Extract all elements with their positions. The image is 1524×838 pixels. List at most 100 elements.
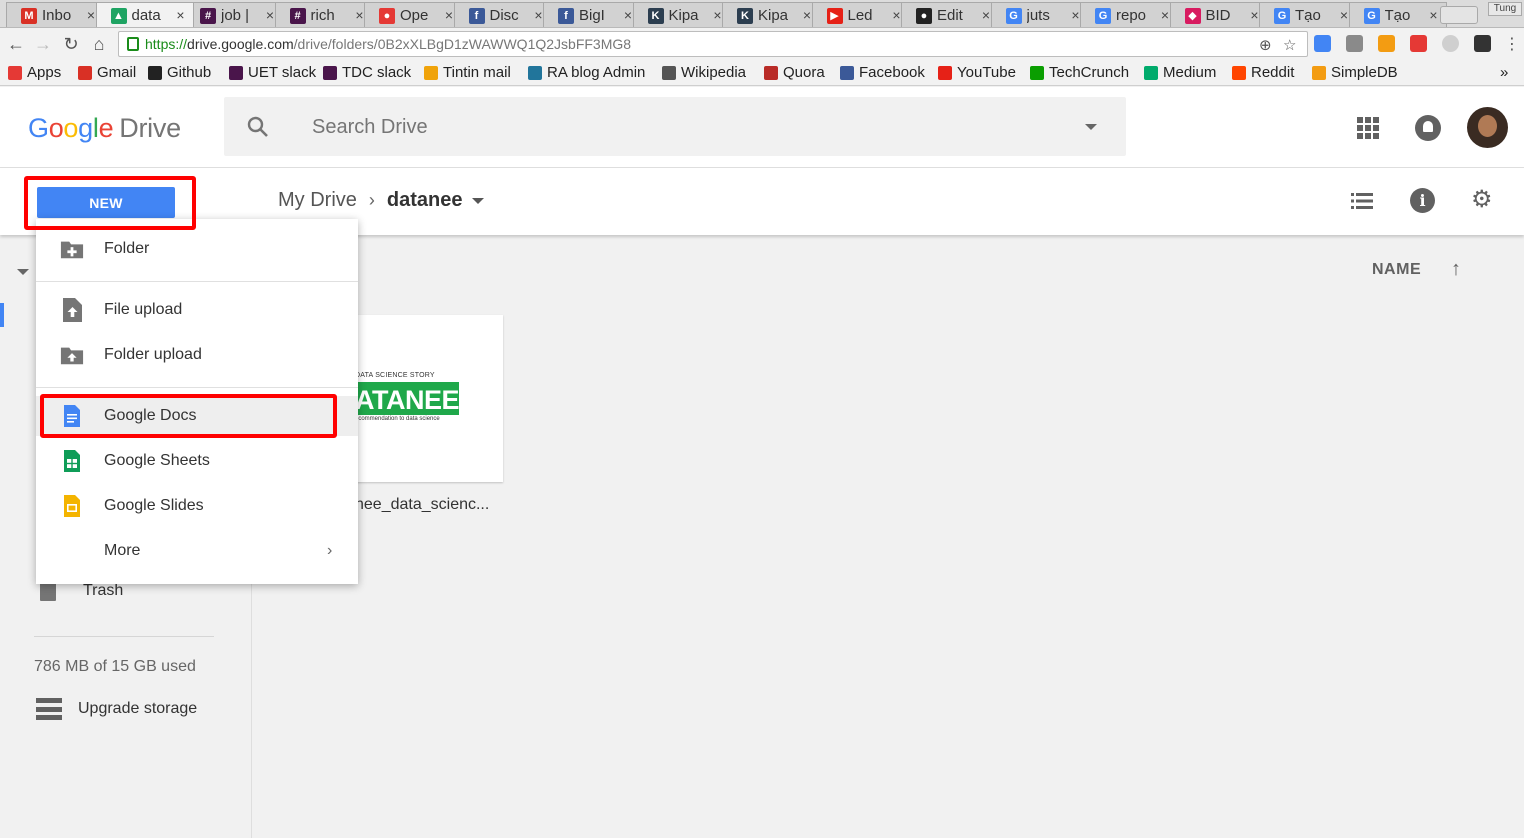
- close-tab-icon[interactable]: ×: [1071, 7, 1079, 23]
- bookmark-label: RA blog Admin: [547, 64, 646, 81]
- storage-icon: [36, 698, 62, 720]
- browser-tab[interactable]: K Kipa ×: [722, 2, 820, 27]
- close-tab-icon[interactable]: ×: [624, 7, 632, 23]
- forward-icon[interactable]: →: [31, 32, 55, 56]
- bookmark-apps[interactable]: Apps: [8, 64, 61, 81]
- breadcrumb-my-drive[interactable]: My Drive: [278, 189, 357, 212]
- menu-item-folder[interactable]: Folder: [36, 229, 358, 269]
- close-tab-icon[interactable]: ×: [355, 7, 363, 23]
- bookmark-simpledb[interactable]: SimpleDB: [1312, 64, 1398, 81]
- bookmark-youtube[interactable]: YouTube: [938, 64, 1016, 81]
- avatar[interactable]: [1467, 107, 1508, 148]
- sidebar-item-trash[interactable]: Trash: [40, 581, 123, 601]
- folder-dropdown-icon[interactable]: [472, 197, 485, 204]
- browser-tab[interactable]: G Tạo ×: [1348, 2, 1447, 27]
- bookmark-techcrunch[interactable]: TechCrunch: [1030, 64, 1129, 81]
- my-drive-expand-icon[interactable]: [17, 269, 29, 275]
- close-tab-icon[interactable]: ×: [803, 7, 811, 23]
- browser-tab[interactable]: # job | ×: [185, 2, 283, 27]
- extension-icon[interactable]: [1346, 35, 1363, 52]
- browser-tab[interactable]: f Disc ×: [453, 2, 552, 27]
- sort-by-name-header[interactable]: NAME: [1372, 261, 1421, 279]
- profile-chip[interactable]: Tung: [1488, 2, 1522, 16]
- new-menu: Folder File upload Folder upload Google …: [36, 219, 358, 584]
- new-button[interactable]: NEW: [37, 187, 175, 218]
- zoom-icon[interactable]: ⊕: [1259, 36, 1272, 54]
- bookmark-facebook[interactable]: Facebook: [840, 64, 925, 81]
- close-tab-icon[interactable]: ×: [1429, 7, 1437, 23]
- bookmark-label: Apps: [27, 64, 62, 81]
- bookmarks-overflow-icon[interactable]: »: [1500, 64, 1508, 81]
- bookmark-medium[interactable]: Medium: [1144, 64, 1216, 81]
- menu-item-google-docs[interactable]: Google Docs: [36, 396, 358, 436]
- bookmark-gmail[interactable]: Gmail: [78, 64, 136, 81]
- close-tab-icon[interactable]: ×: [1340, 7, 1348, 23]
- settings-gear-icon[interactable]: ⚙: [1471, 188, 1493, 212]
- browser-tab[interactable]: Grepo ×: [1080, 2, 1178, 27]
- browser-tab[interactable]: Gjuts ×: [990, 2, 1089, 27]
- home-icon[interactable]: ⌂: [87, 32, 111, 56]
- bookmark-reddit[interactable]: Reddit: [1232, 64, 1294, 81]
- search-placeholder: Search Drive: [312, 116, 428, 138]
- extension-icon[interactable]: [1378, 35, 1395, 52]
- close-tab-icon[interactable]: ×: [713, 7, 721, 23]
- search-drive-input[interactable]: Search Drive: [224, 97, 1126, 156]
- bidv-icon: ◆: [1184, 7, 1201, 24]
- extension-icon[interactable]: [1442, 35, 1459, 52]
- browser-tab[interactable]: ● Ope ×: [364, 2, 462, 27]
- menu-item-more[interactable]: More ›: [36, 531, 358, 571]
- bookmark-tintin-mail[interactable]: Tintin mail: [424, 64, 511, 81]
- close-tab-icon[interactable]: ×: [266, 7, 274, 23]
- browser-tab[interactable]: # rich ×: [274, 2, 373, 27]
- list-view-icon[interactable]: [1351, 192, 1373, 210]
- notifications-bell-icon[interactable]: [1415, 115, 1441, 141]
- bookmark-github[interactable]: Github: [148, 64, 211, 81]
- new-tab-button[interactable]: [1440, 6, 1478, 24]
- close-tab-icon[interactable]: ×: [982, 7, 990, 23]
- menu-item-file-upload[interactable]: File upload: [36, 290, 358, 330]
- browser-tab[interactable]: ◆ BID ×: [1169, 2, 1268, 27]
- google-drive-logo[interactable]: Google Drive: [28, 113, 181, 144]
- translate-extension-icon[interactable]: [1314, 35, 1331, 52]
- bookmark-ra-blog-admin[interactable]: RA blog Admin: [528, 64, 645, 81]
- search-options-dropdown-icon[interactable]: [1085, 124, 1097, 130]
- browser-tab[interactable]: f BigI ×: [543, 2, 641, 27]
- info-icon[interactable]: i: [1410, 188, 1435, 213]
- bookmark-uet-slack[interactable]: UET slack: [229, 64, 316, 81]
- sort-direction-arrow-icon[interactable]: ↑: [1451, 258, 1461, 281]
- upgrade-storage-link[interactable]: Upgrade storage: [36, 698, 197, 720]
- menu-dots-icon[interactable]: ⋮: [1500, 32, 1524, 56]
- browser-tab[interactable]: ▶ Led ×: [811, 2, 910, 27]
- close-tab-icon[interactable]: ×: [892, 7, 900, 23]
- browser-tab[interactable]: ● Edit ×: [901, 2, 999, 27]
- browser-tab[interactable]: ▲ data ×: [95, 2, 194, 27]
- star-icon[interactable]: ☆: [1283, 36, 1296, 54]
- back-icon[interactable]: ←: [4, 32, 28, 56]
- close-tab-icon[interactable]: ×: [1250, 7, 1258, 23]
- browser-tab-title: Disc: [489, 7, 519, 24]
- close-tab-icon[interactable]: ×: [87, 7, 95, 23]
- breadcrumb-current-folder[interactable]: datanee: [387, 189, 463, 212]
- browser-tab[interactable]: G Tạo ×: [1259, 2, 1357, 27]
- bookmark-tdc-slack[interactable]: TDC slack: [323, 64, 411, 81]
- address-bar[interactable]: https://drive.google.com/drive/folders/0…: [118, 31, 1308, 57]
- close-tab-icon[interactable]: ×: [445, 7, 453, 23]
- close-tab-icon[interactable]: ×: [176, 7, 184, 23]
- close-tab-icon[interactable]: ×: [534, 7, 542, 23]
- menu-item-google-slides[interactable]: Google Slides: [36, 486, 358, 526]
- bookmark-wikipedia[interactable]: Wikipedia: [662, 64, 746, 81]
- facebook-icon: [840, 65, 854, 80]
- bookmark-label: Medium: [1163, 64, 1217, 81]
- menu-item-folder-upload[interactable]: Folder upload: [36, 335, 358, 375]
- incognito-icon[interactable]: [1474, 35, 1491, 52]
- browser-tab[interactable]: M Inbo ×: [6, 2, 104, 27]
- file-name[interactable]: nee_data_scienc...: [355, 496, 489, 514]
- browser-tab[interactable]: K Kipa ×: [632, 2, 731, 27]
- menu-item-google-sheets[interactable]: Google Sheets: [36, 441, 358, 481]
- extension-icon[interactable]: [1410, 35, 1427, 52]
- bookmark-quora[interactable]: Quora: [764, 64, 825, 81]
- google-apps-icon[interactable]: [1357, 117, 1379, 139]
- gmail-icon: [78, 65, 92, 80]
- close-tab-icon[interactable]: ×: [1161, 7, 1169, 23]
- reload-icon[interactable]: ↻: [59, 32, 83, 56]
